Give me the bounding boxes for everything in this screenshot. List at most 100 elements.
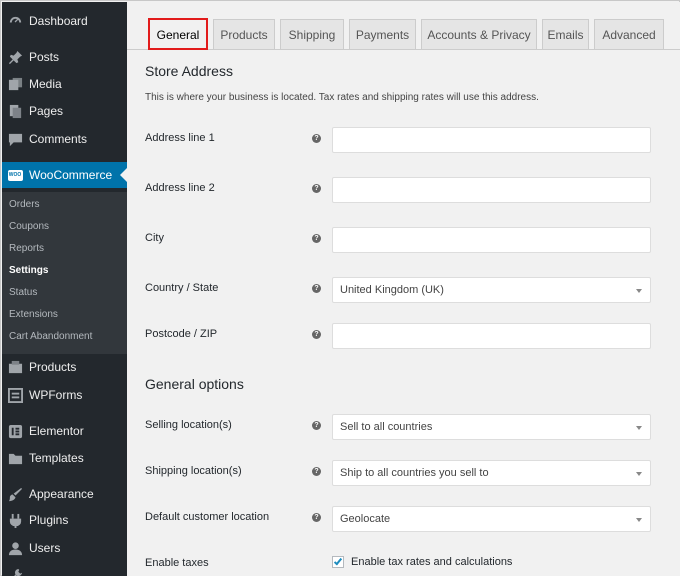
sidebar-item-comments[interactable]: Comments bbox=[2, 126, 127, 152]
chevron-down-icon bbox=[636, 289, 642, 293]
help-icon[interactable]: ? bbox=[312, 184, 321, 193]
wrench-icon bbox=[7, 567, 23, 576]
sidebar-item-label: Pages bbox=[29, 104, 64, 118]
default-location-value: Geolocate bbox=[340, 513, 391, 525]
sidebar-item-plugins[interactable]: Plugins bbox=[2, 507, 127, 533]
help-icon[interactable]: ? bbox=[312, 134, 321, 143]
brush-icon bbox=[7, 486, 23, 502]
submenu-item-extensions[interactable]: Extensions bbox=[9, 309, 58, 320]
postcode-input[interactable] bbox=[332, 323, 651, 349]
help-icon[interactable]: ? bbox=[312, 234, 321, 243]
help-icon[interactable]: ? bbox=[312, 330, 321, 339]
store-address-description: This is where your business is located. … bbox=[145, 92, 539, 103]
sidebar-item-dashboard[interactable]: Dashboard bbox=[2, 8, 127, 34]
chevron-down-icon bbox=[636, 518, 642, 522]
active-indicator bbox=[120, 168, 127, 182]
dashboard-icon bbox=[7, 13, 23, 29]
help-icon[interactable]: ? bbox=[312, 467, 321, 476]
enable-taxes-checkbox[interactable] bbox=[332, 556, 344, 568]
tab-advanced[interactable]: Advanced bbox=[594, 19, 664, 49]
city-input[interactable] bbox=[332, 227, 651, 253]
submenu-item-cart-abandonment[interactable]: Cart Abandonment bbox=[9, 331, 92, 342]
sidebar-item-label: Templates bbox=[29, 451, 84, 465]
default-location-label: Default customer location bbox=[145, 511, 270, 523]
shipping-location-label: Shipping location(s) bbox=[145, 465, 242, 477]
sidebar-item-products[interactable]: Products bbox=[2, 354, 127, 380]
elementor-icon bbox=[7, 423, 23, 439]
app-window: Dashboard Posts Media Pages Comments WOO… bbox=[0, 0, 680, 576]
sidebar-item-pages[interactable]: Pages bbox=[2, 98, 127, 124]
shipping-location-value: Ship to all countries you sell to bbox=[340, 467, 489, 479]
postcode-label: Postcode / ZIP bbox=[145, 328, 218, 340]
products-icon bbox=[7, 359, 23, 375]
tab-products[interactable]: Products bbox=[213, 19, 275, 49]
default-location-select[interactable]: Geolocate bbox=[332, 506, 651, 532]
chevron-down-icon bbox=[636, 426, 642, 430]
chevron-down-icon bbox=[636, 472, 642, 476]
country-select[interactable]: United Kingdom (UK) bbox=[332, 277, 651, 303]
sidebar-item-label: Dashboard bbox=[29, 14, 88, 28]
user-icon bbox=[7, 540, 23, 556]
forms-icon bbox=[7, 387, 23, 403]
woo-icon-text: WOO bbox=[7, 169, 23, 181]
enable-taxes-label: Enable taxes bbox=[145, 557, 209, 569]
sidebar-item-users[interactable]: Users bbox=[2, 535, 127, 561]
sidebar-item-label: Appearance bbox=[29, 487, 94, 501]
sidebar-item-label: Plugins bbox=[29, 513, 69, 527]
submenu-item-orders[interactable]: Orders bbox=[9, 199, 40, 210]
help-icon[interactable]: ? bbox=[312, 421, 321, 430]
sidebar-item-elementor[interactable]: Elementor bbox=[2, 418, 127, 444]
tab-emails[interactable]: Emails bbox=[542, 19, 589, 49]
store-address-heading: Store Address bbox=[145, 63, 233, 79]
sidebar-item-label: Products bbox=[29, 360, 77, 374]
media-icon bbox=[7, 76, 23, 92]
pin-icon bbox=[7, 49, 23, 65]
submenu-item-reports[interactable]: Reports bbox=[9, 243, 44, 254]
selling-location-select[interactable]: Sell to all countries bbox=[332, 414, 651, 440]
folder-icon bbox=[7, 450, 23, 466]
sidebar-item-woocommerce[interactable]: WOO WooCommerce bbox=[2, 162, 127, 188]
pages-icon bbox=[7, 103, 23, 119]
sidebar-item-templates[interactable]: Templates bbox=[2, 445, 127, 471]
sidebar-item-appearance[interactable]: Appearance bbox=[2, 481, 127, 507]
address1-label: Address line 1 bbox=[145, 132, 215, 144]
address2-label: Address line 2 bbox=[145, 182, 215, 194]
submenu-item-status[interactable]: Status bbox=[9, 287, 37, 298]
woo-icon: WOO bbox=[7, 167, 23, 183]
admin-sidebar: Dashboard Posts Media Pages Comments WOO… bbox=[2, 2, 127, 576]
sidebar-item-label: Media bbox=[29, 77, 62, 91]
sidebar-item-label: WPForms bbox=[29, 388, 83, 402]
sidebar-item-posts[interactable]: Posts bbox=[2, 44, 127, 70]
settings-main: General Products Shipping Payments Accou… bbox=[127, 2, 680, 576]
tab-payments[interactable]: Payments bbox=[349, 19, 416, 49]
tab-general[interactable]: General bbox=[149, 19, 207, 50]
help-icon[interactable]: ? bbox=[312, 284, 321, 293]
general-options-heading: General options bbox=[145, 376, 244, 392]
sidebar-item-label: Elementor bbox=[29, 424, 84, 438]
checkmark-icon bbox=[333, 556, 343, 566]
sidebar-item-media[interactable]: Media bbox=[2, 71, 127, 97]
help-icon[interactable]: ? bbox=[312, 513, 321, 522]
address2-input[interactable] bbox=[332, 177, 651, 203]
sidebar-item-wpforms[interactable]: WPForms bbox=[2, 382, 127, 408]
country-label: Country / State bbox=[145, 282, 219, 294]
submenu-item-settings[interactable]: Settings bbox=[9, 265, 48, 276]
sidebar-item-tools[interactable] bbox=[2, 562, 127, 576]
sidebar-item-label: Users bbox=[29, 541, 61, 555]
tab-accounts-privacy[interactable]: Accounts & Privacy bbox=[421, 19, 537, 49]
plug-icon bbox=[7, 512, 23, 528]
address1-input[interactable] bbox=[332, 127, 651, 153]
comment-icon bbox=[7, 131, 23, 147]
selling-location-label: Selling location(s) bbox=[145, 419, 232, 431]
submenu-item-coupons[interactable]: Coupons bbox=[9, 221, 49, 232]
city-label: City bbox=[145, 232, 164, 244]
settings-tabs: General Products Shipping Payments Accou… bbox=[127, 2, 680, 50]
woocommerce-submenu: Orders Coupons Reports Settings Status E… bbox=[2, 192, 127, 354]
sidebar-item-label: WooCommerce bbox=[29, 168, 113, 182]
sidebar-item-label: Comments bbox=[29, 132, 88, 146]
tab-shipping[interactable]: Shipping bbox=[280, 19, 344, 49]
sidebar-item-label: Posts bbox=[29, 50, 60, 64]
shipping-location-select[interactable]: Ship to all countries you sell to bbox=[332, 460, 651, 486]
country-select-value: United Kingdom (UK) bbox=[340, 284, 444, 296]
enable-taxes-checkbox-label[interactable]: Enable tax rates and calculations bbox=[351, 556, 512, 568]
